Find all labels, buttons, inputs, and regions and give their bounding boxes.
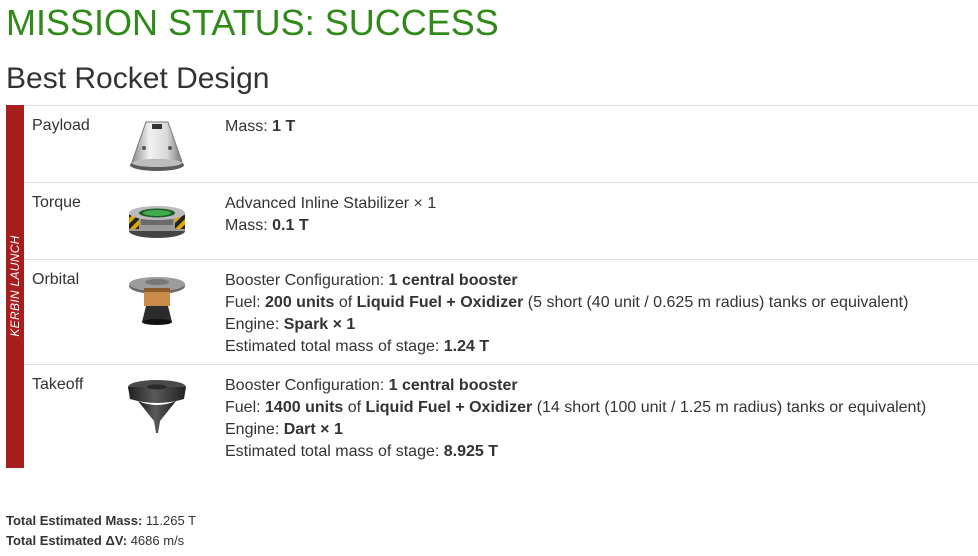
fuel-type: Liquid Fuel + Oxidizer [365, 399, 533, 416]
stage-name: Payload [32, 117, 90, 134]
totals: Total Estimated Mass: 11.265 T Total Est… [6, 511, 196, 551]
stage-mass-label: Estimated total mass of stage: [225, 443, 440, 460]
total-dv-label: Total Estimated ΔV: [6, 533, 128, 548]
booster-label: Booster Configuration: [225, 272, 385, 289]
fuel-line: Fuel: 1400 units of Liquid Fuel + Oxidiz… [225, 397, 926, 419]
part-line: Advanced Inline Stabilizer × 1 [225, 195, 437, 212]
mission-status-heading: MISSION STATUS: SUCCESS [6, 2, 499, 43]
total-mass-label: Total Estimated Mass: [6, 513, 143, 528]
engine-value: Spark × 1 [283, 316, 356, 333]
fuel-label: Fuel: [225, 294, 261, 311]
mass-line: Mass: 1 T [225, 116, 295, 138]
design-heading: Best Rocket Design [6, 62, 270, 95]
mass-value: 1 T [272, 118, 296, 135]
stage-name: Orbital [32, 271, 80, 288]
engine-line: Engine: Dart × 1 [225, 419, 926, 441]
mission-report: MISSION STATUS: SUCCESS Best Rocket Desi… [0, 0, 978, 556]
kerbin-launch-label: KERBIN LAUNCH [8, 235, 22, 337]
stage-mass-label: Estimated total mass of stage: [225, 338, 440, 355]
fuel-line: Fuel: 200 units of Liquid Fuel + Oxidize… [225, 292, 908, 314]
total-dv-line: Total Estimated ΔV: 4686 m/s [6, 531, 196, 551]
engine-line: Engine: Spark × 1 [225, 314, 908, 336]
stage-details: Mass: 1 T [225, 116, 295, 138]
fuel-of: of [347, 399, 362, 416]
total-dv-value: 4686 m/s [130, 533, 185, 548]
fuel-note: (5 short (40 unit / 0.625 m radius) tank… [527, 294, 909, 311]
fuel-of: of [338, 294, 353, 311]
stage-name: Torque [32, 194, 81, 211]
booster-line: Booster Configuration: 1 central booster [225, 270, 908, 292]
total-mass-line: Total Estimated Mass: 11.265 T [6, 511, 196, 531]
mass-label: Mass: [225, 217, 268, 234]
stage-name: Takeoff [32, 376, 84, 393]
stage-row-orbital: Orbital Booster Configuration: 1 central… [24, 259, 978, 364]
stage-details: Booster Configuration: 1 central booster… [225, 375, 926, 463]
booster-value: 1 central booster [388, 272, 518, 289]
engine-label: Engine: [225, 421, 280, 438]
fuel-label: Fuel: [225, 399, 261, 416]
mass-value: 0.1 T [272, 217, 309, 234]
spark-engine-icon [124, 272, 190, 334]
stage-row-payload: Payload Mass: 1 T [24, 105, 978, 182]
stage-row-takeoff: Takeoff Booster Configuration: 1 central… [24, 364, 978, 468]
stage-details: Advanced Inline Stabilizer × 1 Mass: 0.1… [225, 193, 436, 237]
mass-line: Mass: 0.1 T [225, 215, 436, 237]
mass-label: Mass: [225, 118, 268, 135]
stage-row-torque: Torque Advanced Inline Stabilizer × 1 Ma… [24, 182, 978, 259]
capsule-icon [124, 118, 190, 180]
engine-label: Engine: [225, 316, 280, 333]
fuel-type: Liquid Fuel + Oxidizer [356, 294, 524, 311]
fuel-note: (14 short (100 unit / 1.25 m radius) tan… [536, 399, 927, 416]
stage-mass-line: Estimated total mass of stage: 8.925 T [225, 441, 926, 463]
booster-value: 1 central booster [388, 377, 518, 394]
stabilizer-icon [124, 195, 190, 257]
dart-engine-icon [124, 377, 190, 439]
stage-mass-value: 8.925 T [443, 443, 499, 460]
booster-line: Booster Configuration: 1 central booster [225, 375, 926, 397]
booster-label: Booster Configuration: [225, 377, 385, 394]
stage-mass-line: Estimated total mass of stage: 1.24 T [225, 336, 908, 358]
stage-details: Booster Configuration: 1 central booster… [225, 270, 908, 358]
engine-value: Dart × 1 [283, 421, 343, 438]
fuel-units: 200 units [265, 294, 335, 311]
total-mass-value: 11.265 T [145, 513, 197, 528]
stage-mass-value: 1.24 T [443, 338, 490, 355]
fuel-units: 1400 units [265, 399, 344, 416]
